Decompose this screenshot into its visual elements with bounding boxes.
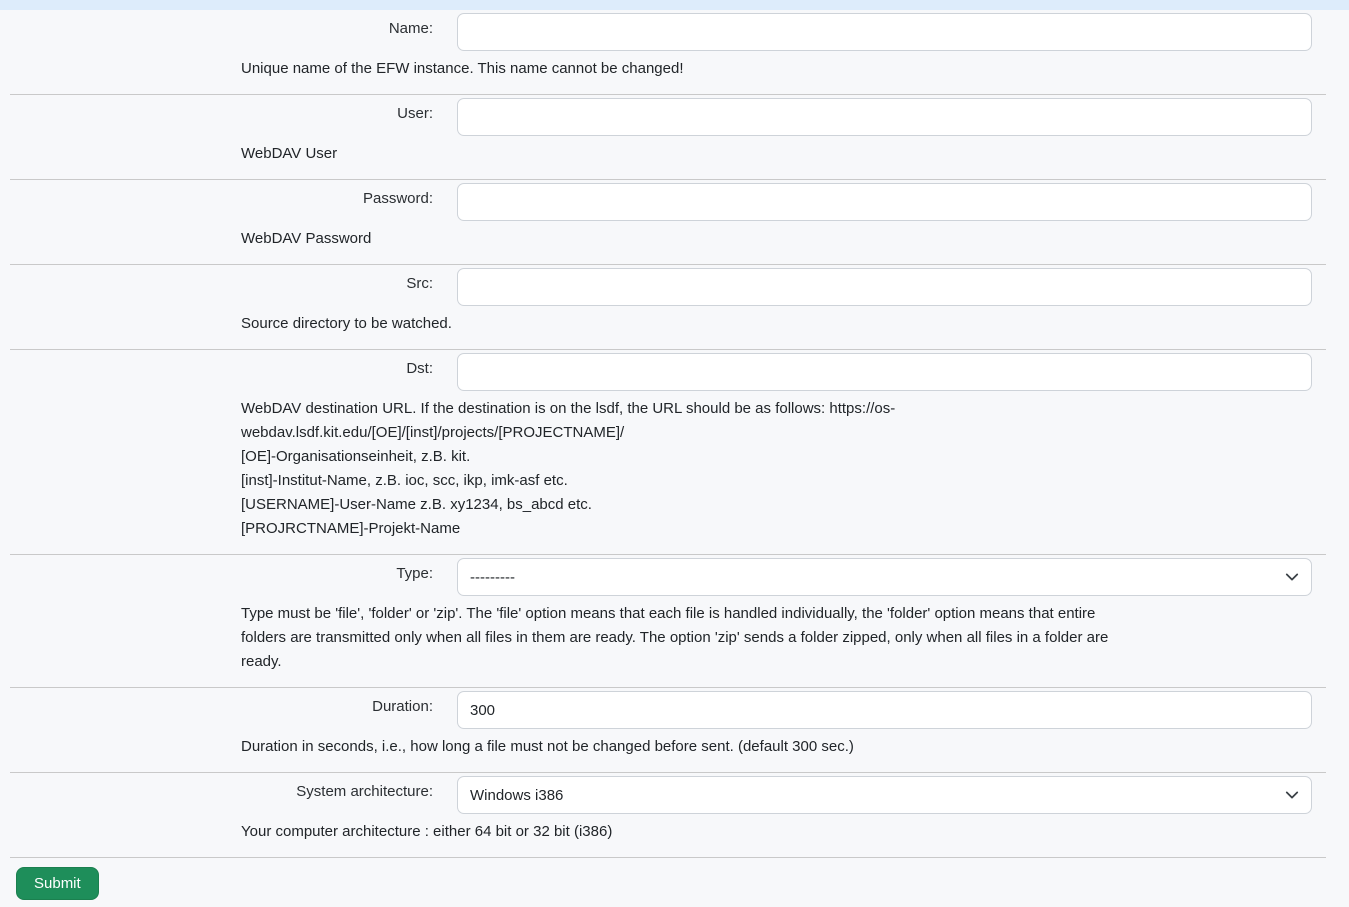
form-row-name: Name: Unique name of the EFW instance. T… — [10, 10, 1326, 95]
system-architecture-select[interactable]: Windows i386 — [457, 776, 1312, 814]
src-help-text: Source directory to be watched. — [241, 312, 1201, 336]
name-help-text: Unique name of the EFW instance. This na… — [241, 57, 1201, 81]
submit-button[interactable]: Submit — [16, 867, 99, 900]
form-row-src: Src: Source directory to be watched. — [10, 265, 1326, 350]
form-row-system-architecture: System architecture: Windows i386 Your c… — [10, 773, 1326, 858]
type-field-wrap: --------- — [457, 558, 1312, 596]
form-row-type: Type: --------- Type must be 'file', 'fo… — [10, 555, 1326, 688]
user-field-wrap — [457, 98, 1312, 136]
dst-field-wrap — [457, 353, 1312, 391]
submit-row: Submit — [0, 858, 1349, 900]
user-input[interactable] — [457, 98, 1312, 136]
dst-help-text: WebDAV destination URL. If the destinati… — [241, 397, 1201, 541]
form-row-user: User: WebDAV User — [10, 95, 1326, 180]
duration-input[interactable] — [457, 691, 1312, 729]
duration-label: Duration: — [10, 698, 433, 715]
form-row-dst: Dst: WebDAV destination URL. If the dest… — [10, 350, 1326, 555]
system-architecture-help-text: Your computer architecture : either 64 b… — [241, 820, 1201, 844]
src-label: Src: — [10, 275, 433, 292]
password-field-wrap — [457, 183, 1312, 221]
src-input[interactable] — [457, 268, 1312, 306]
dst-input[interactable] — [457, 353, 1312, 391]
system-architecture-field-wrap: Windows i386 — [457, 776, 1312, 814]
type-label: Type: — [10, 565, 433, 582]
name-input[interactable] — [457, 13, 1312, 51]
dst-label: Dst: — [10, 360, 433, 377]
duration-field-wrap — [457, 691, 1312, 729]
type-select[interactable]: --------- — [457, 558, 1312, 596]
form-row-password: Password: WebDAV Password — [10, 180, 1326, 265]
src-field-wrap — [457, 268, 1312, 306]
password-help-text: WebDAV Password — [241, 227, 1201, 251]
user-label: User: — [10, 105, 433, 122]
efw-instance-form: Name: Unique name of the EFW instance. T… — [0, 10, 1349, 900]
system-architecture-label: System architecture: — [10, 783, 433, 800]
duration-help-text: Duration in seconds, i.e., how long a fi… — [241, 735, 1201, 759]
form-row-duration: Duration: Duration in seconds, i.e., how… — [10, 688, 1326, 773]
top-accent-bar — [0, 0, 1349, 10]
password-input[interactable] — [457, 183, 1312, 221]
type-help-text: Type must be 'file', 'folder' or 'zip'. … — [241, 602, 1201, 674]
name-field-wrap — [457, 13, 1312, 51]
name-label: Name: — [10, 20, 433, 37]
password-label: Password: — [10, 190, 433, 207]
user-help-text: WebDAV User — [241, 142, 1201, 166]
